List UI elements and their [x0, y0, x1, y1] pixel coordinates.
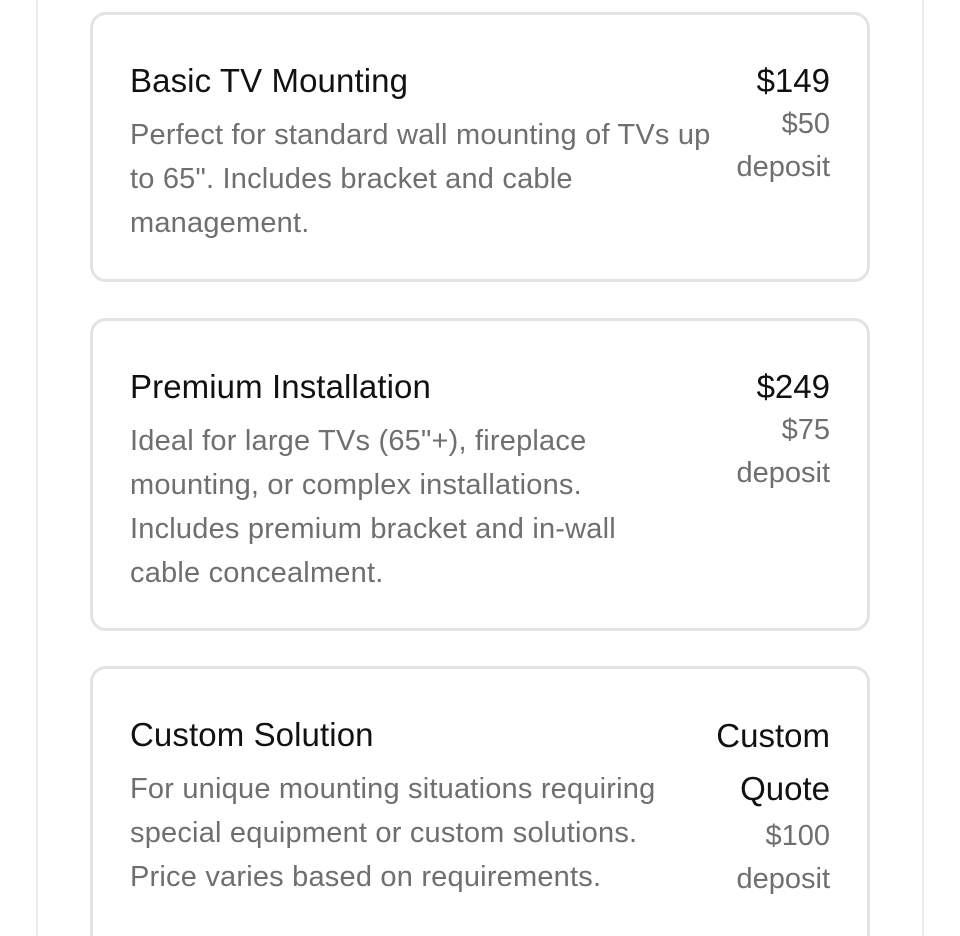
- service-pricing: Custom Quote $100 deposit: [710, 713, 830, 901]
- service-pricing: $249 $75 deposit: [720, 365, 830, 495]
- service-card-basic-tv-mounting[interactable]: Basic TV Mounting Perfect for standard w…: [90, 12, 870, 282]
- service-info: Custom Solution For unique mounting situ…: [130, 713, 710, 899]
- service-pricing: $149 $50 deposit: [720, 59, 830, 189]
- deposit-amount: $75: [781, 414, 830, 446]
- service-card-content: Premium Installation Ideal for large TVs…: [130, 365, 830, 595]
- service-list-page: Basic TV Mounting Perfect for standard w…: [0, 0, 960, 936]
- service-title: Basic TV Mounting: [130, 62, 409, 99]
- service-card-content: Basic TV Mounting Perfect for standard w…: [130, 59, 830, 245]
- service-description: Perfect for standard wall mounting of TV…: [130, 119, 711, 239]
- deposit-label: deposit: [736, 863, 830, 895]
- service-card-content: Custom Solution For unique mounting situ…: [130, 713, 830, 901]
- service-card-custom-solution[interactable]: Custom Solution For unique mounting situ…: [90, 666, 870, 936]
- service-description: Ideal for large TVs (65"+), fireplace mo…: [130, 425, 616, 589]
- service-price: $149: [756, 62, 830, 99]
- service-description: For unique mounting situations requiring…: [130, 773, 656, 893]
- service-card-premium-installation[interactable]: Premium Installation Ideal for large TVs…: [90, 318, 870, 631]
- service-info: Premium Installation Ideal for large TVs…: [130, 365, 720, 595]
- service-title: Custom Solution: [130, 716, 374, 753]
- deposit-amount: $100: [765, 820, 830, 852]
- deposit-amount: $50: [781, 108, 830, 140]
- deposit-label: deposit: [736, 151, 830, 183]
- service-price: $249: [756, 368, 830, 405]
- deposit-label: deposit: [736, 457, 830, 489]
- service-price: Custom Quote: [716, 717, 830, 807]
- service-title: Premium Installation: [130, 368, 431, 405]
- service-info: Basic TV Mounting Perfect for standard w…: [130, 59, 720, 245]
